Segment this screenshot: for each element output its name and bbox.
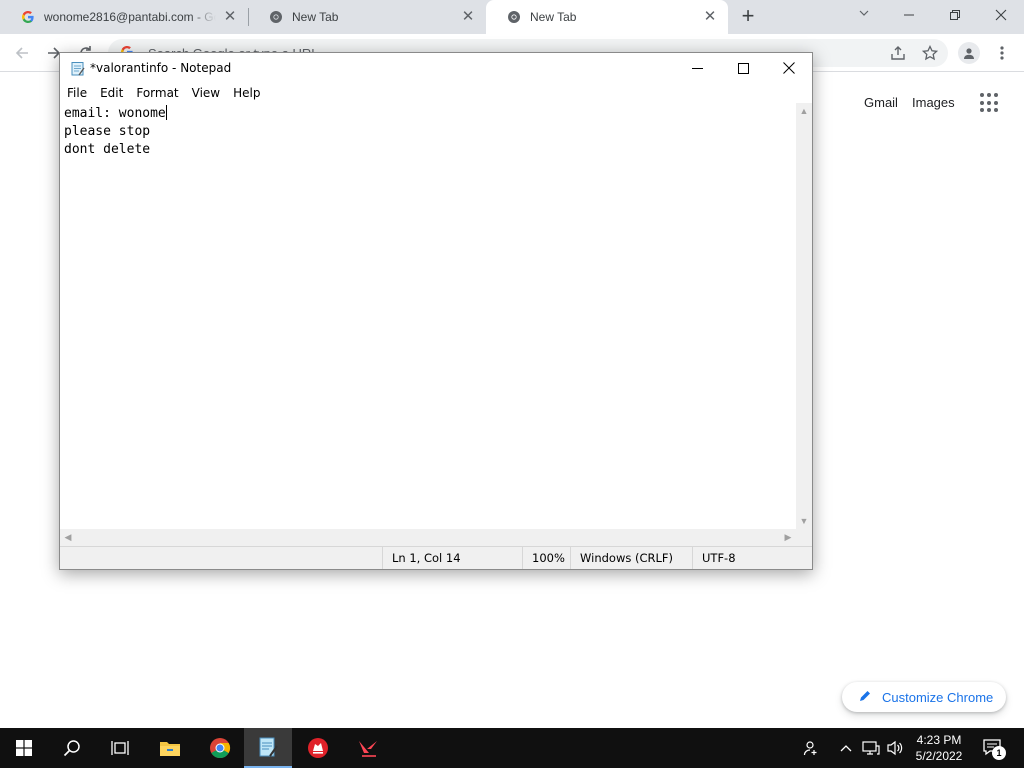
notepad-title: *valorantinfo - Notepad	[90, 61, 232, 75]
pencil-icon	[858, 689, 874, 705]
notepad-icon	[70, 61, 85, 76]
text-caret	[165, 105, 167, 120]
clock-date: 5/2/2022	[915, 749, 963, 763]
minimize-button[interactable]	[886, 0, 932, 30]
horizontal-scrollbar[interactable]: ◀ ▶	[60, 529, 796, 546]
bookmark-star-icon[interactable]	[920, 43, 940, 63]
notepad-minimize-button[interactable]	[674, 53, 720, 83]
notepad-icon[interactable]	[244, 728, 292, 768]
action-center-icon[interactable]: 1	[978, 736, 1008, 760]
tab-title: wonome2816@pantabi.com - Go	[44, 10, 216, 24]
scroll-up-arrow-icon[interactable]: ▲	[796, 103, 812, 119]
scroll-right-arrow-icon[interactable]: ▶	[780, 529, 796, 546]
chrome-menu-icon[interactable]	[992, 43, 1012, 63]
windows-taskbar: 4:23 PM 5/2/2022 1	[0, 728, 1024, 768]
tab-title: New Tab	[530, 10, 577, 24]
menu-format[interactable]: Format	[130, 86, 184, 100]
status-cursor-position: Ln 1, Col 14	[382, 547, 522, 569]
customize-chrome-button[interactable]: Customize Chrome	[842, 682, 1006, 712]
text-line-content: email: wonome	[64, 106, 166, 121]
tab-title: New Tab	[292, 10, 339, 24]
notepad-status-bar: Ln 1, Col 14 100% Windows (CRLF) UTF-8	[60, 546, 812, 569]
chrome-icon[interactable]	[196, 728, 244, 768]
notepad-text-area[interactable]: email: wonome please stop dont delete	[60, 103, 796, 529]
notification-count-badge: 1	[992, 746, 1006, 760]
notepad-close-button[interactable]	[766, 53, 812, 83]
riot-client-icon[interactable]	[294, 728, 342, 768]
volume-icon[interactable]	[884, 728, 906, 768]
menu-file[interactable]: File	[61, 86, 93, 100]
text-line: please stop	[64, 124, 151, 139]
file-explorer-icon[interactable]	[146, 728, 194, 768]
tab-search-icon[interactable]	[854, 7, 874, 27]
tab-close-icon[interactable]: ✕	[702, 9, 718, 25]
gmail-link[interactable]: Gmail	[864, 95, 898, 110]
tab-new-tab-active[interactable]: New Tab ✕	[486, 0, 728, 34]
system-clock[interactable]: 4:23 PM 5/2/2022	[910, 732, 968, 764]
scroll-left-arrow-icon[interactable]: ◀	[60, 529, 76, 546]
network-icon[interactable]	[860, 728, 882, 768]
scroll-down-arrow-icon[interactable]: ▼	[796, 513, 812, 529]
restore-button[interactable]	[932, 0, 978, 30]
images-link[interactable]: Images	[912, 95, 955, 110]
google-apps-icon[interactable]	[980, 93, 1000, 113]
tab-close-icon[interactable]: ✕	[460, 9, 476, 25]
task-view-icon[interactable]	[96, 728, 144, 768]
status-zoom: 100%	[522, 547, 570, 569]
menu-help[interactable]: Help	[227, 86, 266, 100]
back-arrow-icon[interactable]	[10, 41, 34, 65]
status-encoding: UTF-8	[692, 547, 802, 569]
valorant-icon[interactable]	[344, 728, 392, 768]
notepad-maximize-button[interactable]	[720, 53, 766, 83]
tab-gmail[interactable]: wonome2816@pantabi.com - Go ✕	[0, 0, 248, 34]
windows-start-icon[interactable]	[0, 728, 48, 768]
text-line: email: wonome	[64, 105, 792, 123]
new-tab-button[interactable]: +	[736, 5, 760, 29]
menu-view[interactable]: View	[186, 86, 226, 100]
tray-overflow-chevron-icon[interactable]	[836, 728, 856, 768]
tab-strip: wonome2816@pantabi.com - Go ✕ New Tab ✕ …	[0, 0, 1024, 34]
google-g-icon	[20, 9, 36, 25]
text-line: dont delete	[64, 142, 151, 157]
clock-time: 4:23 PM	[916, 733, 962, 747]
close-window-button[interactable]	[978, 0, 1024, 30]
tab-new-tab[interactable]: New Tab ✕	[248, 0, 486, 34]
notepad-menu-bar: File Edit Format View Help	[60, 83, 812, 103]
share-icon[interactable]	[888, 43, 908, 63]
search-icon[interactable]	[48, 728, 96, 768]
menu-edit[interactable]: Edit	[94, 86, 129, 100]
scrollbar-corner	[796, 529, 812, 546]
status-line-endings: Windows (CRLF)	[570, 547, 692, 569]
vertical-scrollbar[interactable]: ▲ ▼	[796, 103, 812, 529]
notepad-title-bar[interactable]: *valorantinfo - Notepad	[60, 53, 812, 83]
chrome-icon	[268, 9, 284, 25]
people-icon[interactable]	[798, 728, 824, 768]
notepad-window: *valorantinfo - Notepad File Edit Format…	[59, 52, 813, 570]
tab-close-icon[interactable]: ✕	[222, 9, 238, 25]
chrome-icon	[506, 9, 522, 25]
profile-avatar-icon[interactable]	[958, 42, 980, 64]
customize-chrome-label: Customize Chrome	[882, 689, 994, 705]
